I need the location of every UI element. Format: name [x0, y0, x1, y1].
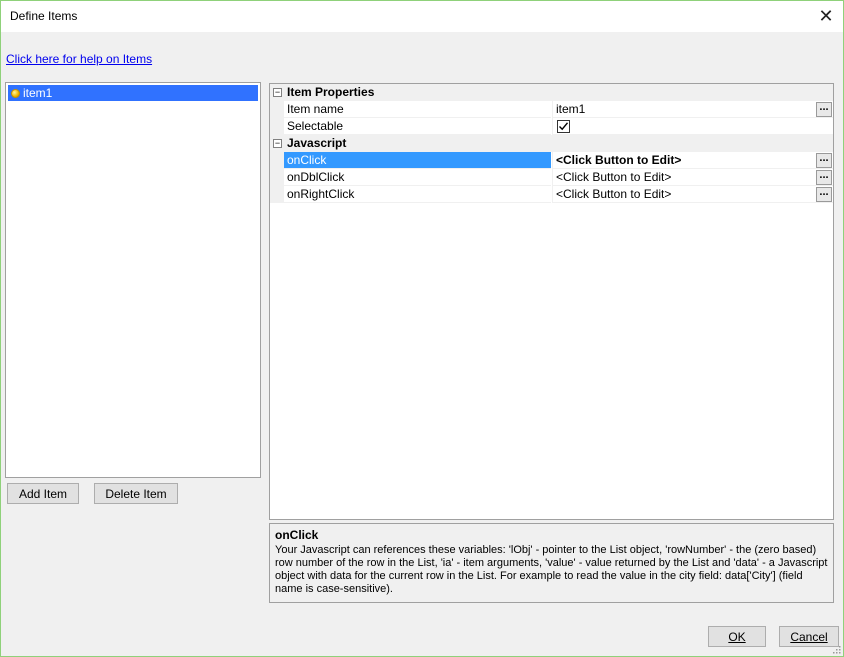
- resize-grip-icon[interactable]: [831, 644, 841, 654]
- category-label: Javascript: [287, 136, 347, 150]
- define-items-dialog: Define Items ✕ Click here for help on It…: [0, 0, 844, 657]
- property-value-onrightclick[interactable]: <Click Button to Edit> ...: [552, 186, 833, 203]
- list-item[interactable]: item1: [8, 85, 258, 101]
- property-row-onclick[interactable]: onClick <Click Button to Edit> ...: [270, 152, 833, 169]
- property-value: <Click Button to Edit>: [556, 153, 682, 167]
- cancel-button[interactable]: Cancel: [779, 626, 839, 647]
- description-title: onClick: [275, 528, 319, 542]
- ellipsis-button[interactable]: ...: [816, 170, 832, 185]
- property-name: onClick: [284, 152, 551, 169]
- property-value-ondblclick[interactable]: <Click Button to Edit> ...: [552, 169, 833, 186]
- delete-item-button[interactable]: Delete Item: [94, 483, 178, 504]
- property-name: Item name: [284, 101, 551, 118]
- category-label: Item Properties: [287, 85, 375, 99]
- ellipsis-button[interactable]: ...: [816, 187, 832, 202]
- property-value-onclick[interactable]: <Click Button to Edit> ...: [552, 152, 833, 169]
- item-bullet-icon: [11, 88, 20, 98]
- row-gutter: [270, 101, 284, 118]
- selectable-checkbox[interactable]: [557, 120, 570, 133]
- property-row-selectable[interactable]: Selectable: [270, 118, 833, 135]
- property-row-item-name[interactable]: Item name item1 ...: [270, 101, 833, 118]
- description-panel: onClick Your Javascript can references t…: [269, 523, 834, 603]
- ellipsis-button[interactable]: ...: [816, 102, 832, 117]
- property-value: item1: [556, 102, 586, 116]
- row-gutter: [270, 186, 284, 203]
- category-javascript[interactable]: − Javascript: [270, 135, 833, 152]
- property-name: onRightClick: [284, 186, 551, 203]
- row-gutter: [270, 169, 284, 186]
- property-value: <Click Button to Edit>: [556, 187, 672, 201]
- title-bar: Define Items ✕: [1, 1, 843, 32]
- collapse-icon[interactable]: −: [273, 88, 282, 97]
- property-grid: − Item Properties Item name item1 ... Se…: [269, 83, 834, 520]
- category-item-properties[interactable]: − Item Properties: [270, 84, 833, 101]
- help-link[interactable]: Click here for help on Items: [6, 52, 152, 66]
- window-title: Define Items: [10, 9, 78, 23]
- collapse-icon[interactable]: −: [273, 139, 282, 148]
- checkmark-icon: [559, 122, 569, 131]
- property-row-ondblclick[interactable]: onDblClick <Click Button to Edit> ...: [270, 169, 833, 186]
- add-item-button[interactable]: Add Item: [7, 483, 79, 504]
- item-list[interactable]: item1: [5, 82, 261, 478]
- property-name: onDblClick: [284, 169, 551, 186]
- row-gutter: [270, 118, 284, 135]
- property-value: <Click Button to Edit>: [556, 170, 672, 184]
- row-gutter: [270, 152, 284, 169]
- description-text: Your Javascript can references these var…: [275, 544, 828, 595]
- property-row-onrightclick[interactable]: onRightClick <Click Button to Edit> ...: [270, 186, 833, 203]
- list-item-label: item1: [23, 86, 53, 100]
- ellipsis-button[interactable]: ...: [816, 153, 832, 168]
- property-value-selectable[interactable]: [552, 118, 833, 135]
- close-icon[interactable]: ✕: [815, 5, 837, 27]
- property-value-item-name[interactable]: item1 ...: [552, 101, 833, 118]
- ok-button[interactable]: OK: [708, 626, 766, 647]
- property-name: Selectable: [284, 118, 551, 135]
